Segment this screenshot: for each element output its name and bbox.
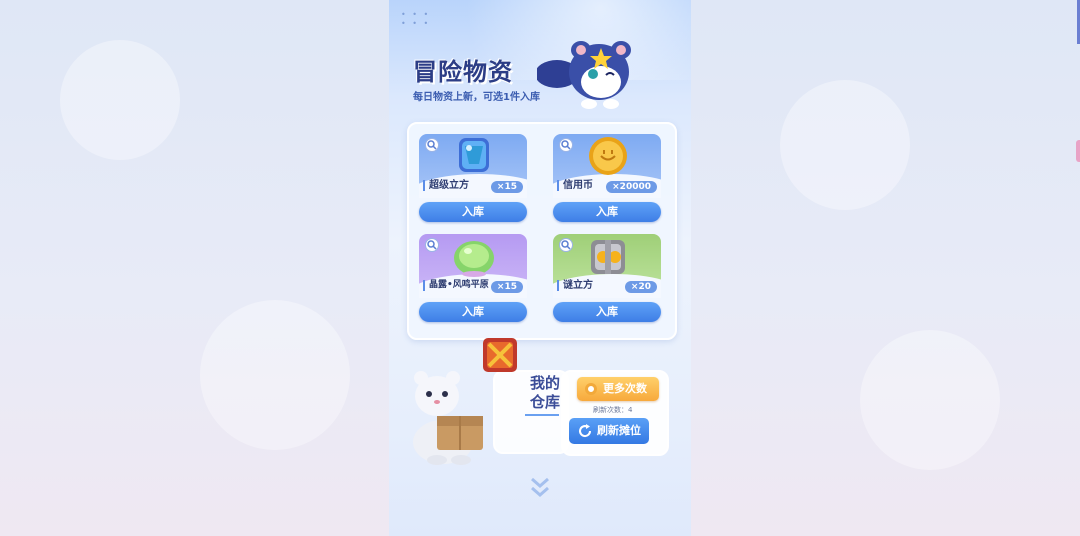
crystal-dew-icon — [454, 241, 494, 277]
item-quantity: ×20000 — [606, 181, 657, 193]
item-name: 超级立方 — [423, 180, 469, 191]
edge-side-button[interactable] — [1076, 140, 1080, 162]
search-icon[interactable] — [425, 238, 439, 252]
item-quantity: ×20 — [624, 281, 657, 293]
store-button[interactable]: 入库 — [553, 302, 661, 322]
refresh-icon — [579, 424, 592, 438]
search-icon[interactable] — [559, 238, 573, 252]
background-decoration — [60, 40, 180, 160]
page-title: 冒险物资 — [413, 58, 513, 86]
more-attempts-button[interactable]: 更多次数 — [577, 377, 659, 401]
item-name: 晶露•风鸣平原 — [423, 280, 489, 291]
item-quantity: ×15 — [490, 181, 523, 193]
store-button[interactable]: 入库 — [553, 202, 661, 222]
scroll-down-chevron-icon[interactable] — [529, 476, 551, 500]
supply-card: 信用币 ×20000 入库 — [553, 134, 661, 224]
supply-card: 谜立方 ×20 入库 — [553, 234, 661, 324]
item-name: 信用币 — [557, 180, 593, 191]
store-button[interactable]: 入库 — [419, 202, 527, 222]
warehouse-underline — [525, 414, 559, 416]
refresh-count: 刷新次数：4 — [593, 406, 633, 414]
refresh-stall-button[interactable]: 刷新摊位 — [569, 418, 649, 444]
page-subtitle: 每日物资上新，可选1件入库 — [413, 92, 540, 103]
ferret-mascot-icon — [413, 371, 483, 465]
supplies-grid: 超级立方 ×15 入库 信用币 ×20000 入库 晶露•风鸣平原 ×15 入库… — [407, 122, 677, 340]
refresh-stall-label: 刷新摊位 — [597, 424, 641, 437]
squirrel-mascot-icon — [537, 41, 631, 109]
background-decoration — [200, 300, 350, 450]
supply-card: 晶露•风鸣平原 ×15 入库 — [419, 234, 527, 324]
background-decoration — [780, 80, 910, 210]
search-icon[interactable] — [559, 138, 573, 152]
search-icon[interactable] — [425, 138, 439, 152]
item-quantity: ×15 — [490, 281, 523, 293]
warehouse-label: 我的仓库 — [529, 374, 560, 411]
dots-decoration: • • • • • • — [401, 10, 431, 28]
adventure-supplies-panel: • • • • • • 冒险物资 每日物资上新，可选1件入库 超级立方 ×15 … — [389, 0, 691, 536]
mystery-cube-icon — [591, 240, 625, 274]
more-attempts-label: 更多次数 — [603, 382, 647, 395]
credit-coin-icon — [589, 137, 627, 175]
target-icon — [585, 383, 597, 395]
background-decoration — [860, 330, 1000, 470]
store-button[interactable]: 入库 — [419, 302, 527, 322]
super-cube-icon — [459, 138, 489, 172]
my-warehouse-button[interactable]: 我的仓库 — [493, 370, 569, 454]
item-name: 谜立方 — [557, 280, 593, 291]
supply-card: 超级立方 ×15 入库 — [419, 134, 527, 224]
